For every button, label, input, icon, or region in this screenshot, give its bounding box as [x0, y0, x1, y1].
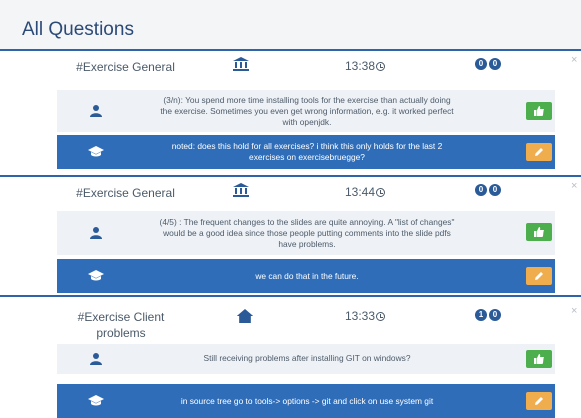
timestamp: 13:38: [345, 59, 376, 73]
question-row: (3/n): You spend more time installing to…: [57, 90, 555, 132]
question-card: #Exercise Client problems 13:33 1 0 × St…: [0, 295, 581, 418]
like-button[interactable]: [526, 223, 552, 241]
answer-text: in source tree go to tools-> options -> …: [180, 396, 434, 406]
graduation-cap-icon: [88, 270, 104, 281]
pencil-icon: [535, 272, 543, 280]
clock-icon: [376, 188, 386, 197]
badge-count: 0: [489, 184, 501, 196]
edit-button[interactable]: [526, 143, 552, 161]
user-icon: [90, 227, 102, 239]
card-header: #Exercise General 13:44 0 0 ×: [0, 177, 581, 205]
timestamp: 13:33: [345, 309, 376, 323]
user-icon: [90, 353, 102, 365]
pencil-icon: [535, 148, 543, 156]
like-button[interactable]: [526, 102, 552, 120]
answer-row: noted: does this hold for all exercises?…: [57, 135, 555, 169]
like-button[interactable]: [526, 350, 552, 368]
badge-count: 1: [475, 309, 487, 321]
close-button[interactable]: ×: [571, 305, 577, 317]
question-text: (4/5) : The frequent changes to the slid…: [159, 217, 455, 249]
bank-icon: [233, 57, 249, 71]
question-text: (3/n): You spend more time installing to…: [160, 95, 454, 127]
category-label[interactable]: #Exercise Client problems: [65, 309, 177, 341]
edit-button[interactable]: [526, 267, 552, 285]
user-icon: [90, 105, 102, 117]
question-text: Still receiving problems after installin…: [203, 353, 411, 363]
clock-icon: [376, 312, 386, 321]
question-card: #Exercise General 13:44 0 0 × (4/5) : Th…: [0, 175, 581, 295]
clock-icon: [376, 62, 386, 71]
thumbs-up-icon: [534, 354, 544, 364]
answer-row: we can do that in the future.: [57, 259, 555, 293]
question-row: Still receiving problems after installin…: [57, 344, 555, 374]
badge-count: 0: [475, 58, 487, 70]
home-icon: [236, 309, 254, 323]
card-header: #Exercise General 13:38 0 0 ×: [0, 51, 581, 79]
thumbs-up-icon: [534, 227, 544, 237]
pencil-icon: [535, 397, 543, 405]
card-header: #Exercise Client problems 13:33 1 0 ×: [0, 297, 581, 340]
answer-row: in source tree go to tools-> options -> …: [57, 384, 555, 418]
badge-count: 0: [489, 309, 501, 321]
answer-text: we can do that in the future.: [255, 271, 359, 281]
category-label[interactable]: #Exercise General: [68, 59, 183, 75]
page-title: All Questions: [22, 19, 134, 40]
badge-count: 0: [489, 58, 501, 70]
badge-count: 0: [475, 184, 487, 196]
category-label[interactable]: #Exercise General: [68, 185, 183, 201]
graduation-cap-icon: [88, 395, 104, 406]
timestamp: 13:44: [345, 185, 376, 199]
close-button[interactable]: ×: [571, 180, 577, 192]
answer-text: noted: does this hold for all exercises?…: [171, 141, 443, 162]
question-row: (4/5) : The frequent changes to the slid…: [57, 211, 555, 255]
question-card: #Exercise General 13:38 0 0 × (3/n): You…: [0, 49, 581, 175]
edit-button[interactable]: [526, 392, 552, 410]
bank-icon: [233, 183, 249, 197]
thumbs-up-icon: [534, 106, 544, 116]
close-button[interactable]: ×: [571, 54, 577, 66]
graduation-cap-icon: [88, 146, 104, 157]
